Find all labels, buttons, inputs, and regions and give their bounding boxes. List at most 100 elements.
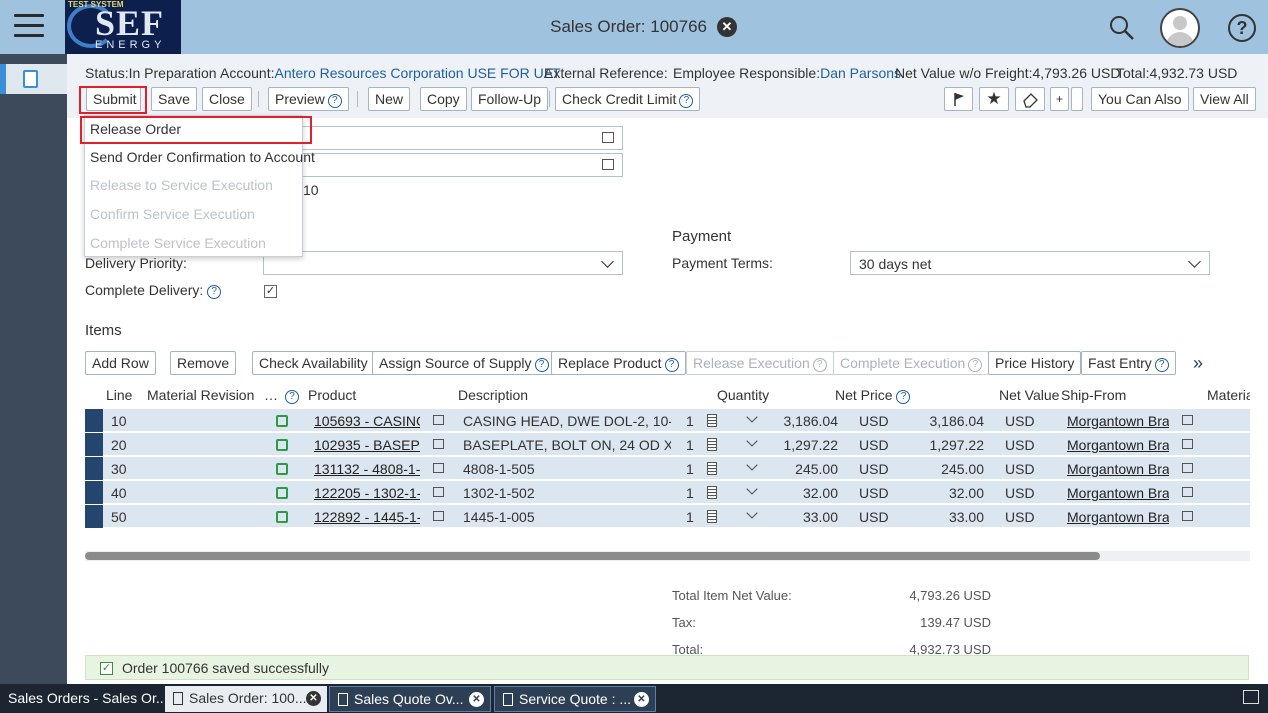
col-description[interactable]: Description bbox=[458, 387, 528, 403]
flag-button[interactable] bbox=[944, 87, 973, 111]
calculator-icon[interactable] bbox=[707, 438, 717, 451]
remove-button[interactable]: Remove bbox=[170, 351, 237, 375]
popup-icon[interactable] bbox=[433, 463, 444, 473]
assign-source-button[interactable]: Assign Source of Supply? bbox=[372, 351, 556, 375]
table-row[interactable]: 50 122892 - 1445-1-0 1445-1-005 1 33.00 USD 33… bbox=[85, 505, 1250, 528]
cell-product-link[interactable]: 122205 - 1302-1-5 bbox=[314, 485, 420, 501]
menu-item-send-confirmation[interactable]: Send Order Confirmation to Account bbox=[90, 149, 315, 165]
new-button[interactable]: New bbox=[368, 87, 411, 111]
copy-button[interactable]: Copy bbox=[420, 87, 467, 111]
col-material-revision[interactable]: Material Revision bbox=[147, 387, 254, 403]
row-selector[interactable] bbox=[85, 481, 103, 504]
calculator-icon[interactable] bbox=[707, 462, 717, 475]
delivery-priority-select[interactable] bbox=[263, 251, 623, 275]
check-availability-button[interactable]: Check Availability bbox=[252, 351, 375, 375]
chevron-down-icon[interactable] bbox=[746, 459, 758, 471]
chevron-down-icon[interactable] bbox=[746, 411, 758, 423]
chevron-down-icon[interactable] bbox=[746, 483, 758, 495]
you-can-also-button[interactable]: You Can Also bbox=[1091, 87, 1189, 111]
preview-button[interactable]: Preview? bbox=[268, 87, 349, 111]
table-row[interactable]: 40 122205 - 1302-1-5 1302-1-502 1 32.00 USD 32… bbox=[85, 481, 1250, 504]
cell-ship-from-link[interactable]: Morgantown Branc bbox=[1067, 413, 1169, 429]
favorite-star-icon[interactable]: ★ bbox=[979, 87, 1009, 111]
cell-quantity[interactable]: 1 bbox=[686, 437, 694, 453]
eraser-icon[interactable] bbox=[1015, 87, 1045, 111]
close-tab-icon[interactable]: ✕ bbox=[306, 691, 321, 706]
check-credit-limit-button[interactable]: Check Credit Limit? bbox=[555, 87, 701, 111]
help-icon[interactable]: ? bbox=[1228, 14, 1256, 42]
window-restore-icon[interactable] bbox=[1243, 690, 1259, 704]
popup-icon[interactable] bbox=[1182, 439, 1193, 449]
partner-field-2[interactable] bbox=[290, 153, 623, 177]
cell-quantity[interactable]: 1 bbox=[686, 485, 694, 501]
overflow-chevron-icon[interactable]: » bbox=[1193, 353, 1203, 374]
hamburger-menu-icon[interactable] bbox=[14, 14, 44, 40]
col-dots[interactable]: … bbox=[264, 387, 278, 403]
col-net-value[interactable]: Net Value bbox=[999, 387, 1059, 403]
user-avatar[interactable] bbox=[1160, 8, 1200, 48]
col-product[interactable]: Product bbox=[308, 387, 356, 403]
scrollbar-thumb[interactable] bbox=[85, 552, 1100, 560]
popup-icon[interactable] bbox=[433, 511, 444, 521]
popup-icon[interactable] bbox=[1182, 487, 1193, 497]
view-all-button[interactable]: View All bbox=[1193, 87, 1256, 111]
popup-icon[interactable] bbox=[1182, 415, 1193, 425]
cell-product-link[interactable]: 131132 - 4808-1-5 bbox=[314, 461, 420, 477]
table-row[interactable]: 30 131132 - 4808-1-5 4808-1-505 1 245.00 USD 2… bbox=[85, 457, 1250, 480]
add-row-button[interactable]: Add Row bbox=[85, 351, 156, 375]
close-button[interactable]: Close bbox=[202, 87, 252, 111]
row-selector[interactable] bbox=[85, 505, 103, 528]
cell-quantity[interactable]: 1 bbox=[686, 461, 694, 477]
taskbar-tab-sales-order[interactable]: Sales Order: 100... ✕ bbox=[165, 686, 327, 712]
calculator-icon[interactable] bbox=[707, 486, 717, 499]
calculator-icon[interactable] bbox=[707, 414, 717, 427]
chevron-down-icon[interactable] bbox=[746, 507, 758, 519]
close-tab-icon[interactable]: ✕ bbox=[634, 692, 649, 707]
col-ship-from[interactable]: Ship-From bbox=[1061, 387, 1126, 403]
cell-ship-from-link[interactable]: Morgantown Branc bbox=[1067, 485, 1169, 501]
replace-product-button[interactable]: Replace Product? bbox=[551, 351, 686, 375]
employee-link[interactable]: Dan Parsons bbox=[820, 65, 901, 81]
table-row[interactable]: 10 105693 - CASING CASING HEAD, DWE DOL-2,… bbox=[85, 409, 1250, 432]
cell-product-link[interactable]: 105693 - CASING bbox=[314, 413, 420, 429]
taskbar-tab-sales-quote[interactable]: Sales Quote Ov... ✕ bbox=[329, 686, 491, 712]
row-selector[interactable] bbox=[85, 433, 103, 456]
cell-product-link[interactable]: 122892 - 1445-1-0 bbox=[314, 509, 420, 525]
table-row[interactable]: 20 102935 - BASEPL BASEPLATE, BOLT ON, 24 … bbox=[85, 433, 1250, 456]
row-selector[interactable] bbox=[85, 409, 103, 432]
cell-ship-from-link[interactable]: Morgantown Branc bbox=[1067, 437, 1169, 453]
col-line[interactable]: Line bbox=[106, 387, 132, 403]
close-tab-icon[interactable]: ✕ bbox=[717, 17, 737, 37]
row-selector[interactable] bbox=[85, 457, 103, 480]
col-material[interactable]: Materia bbox=[1207, 387, 1250, 403]
popup-icon[interactable] bbox=[433, 415, 444, 425]
cell-ship-from-link[interactable]: Morgantown Branc bbox=[1067, 461, 1169, 477]
popup-icon[interactable] bbox=[433, 487, 444, 497]
popup-icon[interactable] bbox=[1182, 463, 1193, 473]
cell-quantity[interactable]: 1 bbox=[686, 509, 694, 525]
follow-up-button[interactable]: Follow-Up bbox=[471, 87, 549, 111]
price-history-button[interactable]: Price History bbox=[988, 351, 1082, 375]
popup-icon[interactable] bbox=[433, 439, 444, 449]
taskbar-tab-sales-orders[interactable]: Sales Orders - Sales Or... bbox=[0, 686, 163, 712]
account-link[interactable]: Antero Resources Corporation USE FOR UAT bbox=[274, 65, 560, 81]
complete-delivery-checkbox[interactable]: ✓ bbox=[264, 285, 277, 298]
save-button[interactable]: Save bbox=[151, 87, 197, 111]
close-tab-icon[interactable]: ✕ bbox=[469, 692, 484, 707]
taskbar-tab-service-quote[interactable]: Service Quote : ... ✕ bbox=[494, 686, 656, 712]
more-icon[interactable] bbox=[1071, 87, 1083, 111]
payment-terms-select[interactable]: 30 days net bbox=[850, 251, 1210, 275]
fast-entry-button[interactable]: Fast Entry? bbox=[1081, 351, 1176, 375]
search-icon[interactable] bbox=[1108, 14, 1136, 42]
col-net-price[interactable]: Net Price ? bbox=[835, 387, 911, 404]
cell-product-link[interactable]: 102935 - BASEPL bbox=[314, 437, 420, 453]
cell-ship-from-link[interactable]: Morgantown Branc bbox=[1067, 509, 1169, 525]
chevron-down-icon[interactable] bbox=[746, 435, 758, 447]
popup-icon[interactable] bbox=[1182, 511, 1193, 521]
col-quantity[interactable]: Quantity bbox=[717, 387, 769, 403]
partner-field-1[interactable] bbox=[290, 126, 623, 150]
add-icon[interactable]: + bbox=[1050, 87, 1069, 111]
sidebar-item-sales-order[interactable] bbox=[0, 64, 67, 94]
calculator-icon[interactable] bbox=[707, 510, 717, 523]
cell-quantity[interactable]: 1 bbox=[686, 413, 694, 429]
